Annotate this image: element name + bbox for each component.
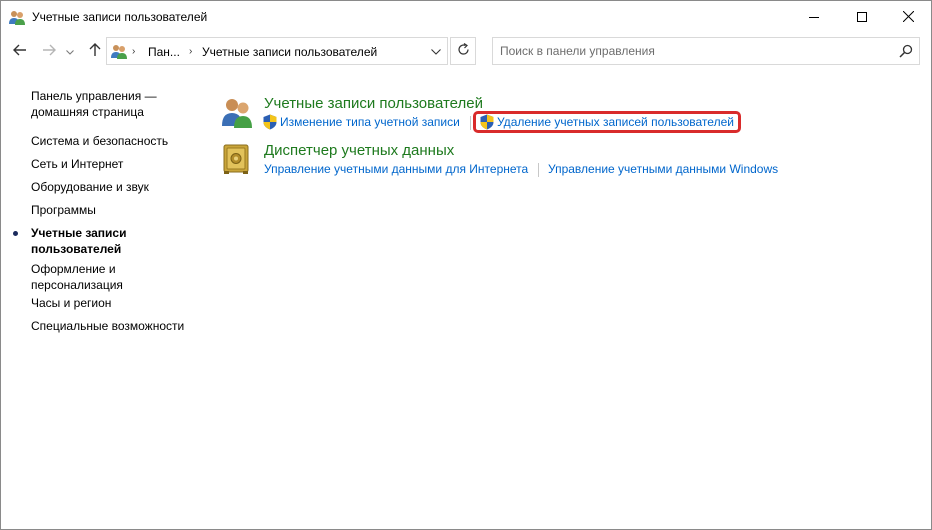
maximize-icon <box>857 11 867 22</box>
arrow-up-icon <box>89 42 101 60</box>
highlight-box <box>473 111 741 133</box>
close-button[interactable] <box>885 1 931 32</box>
address-toolbar: › Пан... › Учетные записи пользователей <box>1 32 931 70</box>
up-button[interactable] <box>84 40 106 62</box>
sidebar-item-appearance[interactable]: Оформление и персонализация <box>31 261 123 293</box>
search-input[interactable] <box>500 43 890 59</box>
sidebar-item-label: Панель управления — <box>31 89 157 103</box>
link-web-credentials[interactable]: Управление учетными данными для Интернет… <box>264 162 528 176</box>
link-divider <box>470 116 471 130</box>
maximize-button[interactable] <box>839 1 885 32</box>
credential-vault-icon[interactable] <box>221 143 253 175</box>
sidebar-item-label: Учетные записи <box>31 226 127 240</box>
back-button[interactable] <box>9 40 31 62</box>
link-change-account-type[interactable]: Изменение типа учетной записи <box>280 115 460 129</box>
section-title-credential-manager[interactable]: Диспетчер учетных данных <box>264 142 454 159</box>
window-title: Учетные записи пользователей <box>32 10 208 24</box>
users-icon <box>111 43 127 59</box>
forward-button[interactable] <box>38 40 60 62</box>
sidebar-item-label: Специальные возможности <box>31 319 185 333</box>
chevron-down-icon <box>66 44 74 58</box>
sidebar-item-clock-region[interactable]: Часы и регион <box>31 295 111 311</box>
sidebar-item-control-panel-home[interactable]: Панель управления — домашняя страница <box>31 88 157 120</box>
chevron-down-icon <box>431 44 441 58</box>
sidebar-item-label: домашняя страница <box>31 105 144 119</box>
sidebar-item-label: Часы и регион <box>31 296 112 310</box>
minimize-icon <box>809 12 819 22</box>
sidebar-item-label: Система и безопасность <box>31 134 169 148</box>
title-bar: Учетные записи пользователей <box>1 1 931 32</box>
control-panel-window: Учетные записи пользователей › Пан... › … <box>0 0 932 530</box>
close-icon <box>902 11 914 22</box>
link-divider <box>538 163 539 177</box>
breadcrumb-control-panel[interactable]: Пан... <box>148 45 180 59</box>
sidebar-item-system-security[interactable]: Система и безопасность <box>31 133 168 149</box>
recent-locations-button[interactable] <box>63 40 77 62</box>
refresh-icon <box>457 43 470 59</box>
current-page-bullet <box>13 231 18 236</box>
breadcrumb-separator-icon[interactable]: › <box>189 46 192 57</box>
address-bar[interactable]: › Пан... › Учетные записи пользователей <box>106 37 448 65</box>
search-box[interactable] <box>492 37 920 65</box>
sidebar-item-label: пользователей <box>31 242 122 256</box>
link-windows-credentials[interactable]: Управление учетными данными Windows <box>548 162 778 176</box>
search-icon[interactable] <box>899 44 913 58</box>
users-icon <box>9 9 25 25</box>
sidebar-item-programs[interactable]: Программы <box>31 202 96 218</box>
breadcrumb-user-accounts[interactable]: Учетные записи пользователей <box>202 45 377 59</box>
users-icon[interactable] <box>221 96 253 128</box>
sidebar-item-label: Оборудование и звук <box>31 180 149 194</box>
uac-shield-icon <box>263 114 277 130</box>
address-dropdown-button[interactable] <box>425 38 447 64</box>
sidebar-item-network-internet[interactable]: Сеть и Интернет <box>31 156 123 172</box>
sidebar-item-label: персонализация <box>31 278 123 292</box>
sidebar-item-label: Сеть и Интернет <box>31 157 124 171</box>
sidebar-item-ease-of-access[interactable]: Специальные возможности <box>31 318 184 334</box>
sidebar-item-user-accounts[interactable]: Учетные записи пользователей <box>13 225 127 257</box>
sidebar-item-hardware-sound[interactable]: Оборудование и звук <box>31 179 149 195</box>
arrow-left-icon <box>13 44 27 59</box>
refresh-button[interactable] <box>450 37 476 65</box>
sidebar-item-label: Оформление и <box>31 262 116 276</box>
breadcrumb-separator-icon[interactable]: › <box>132 46 135 57</box>
section-title-user-accounts[interactable]: Учетные записи пользователей <box>264 95 483 112</box>
sidebar-item-label: Программы <box>31 203 96 217</box>
minimize-button[interactable] <box>791 1 837 32</box>
arrow-right-icon <box>42 44 56 59</box>
